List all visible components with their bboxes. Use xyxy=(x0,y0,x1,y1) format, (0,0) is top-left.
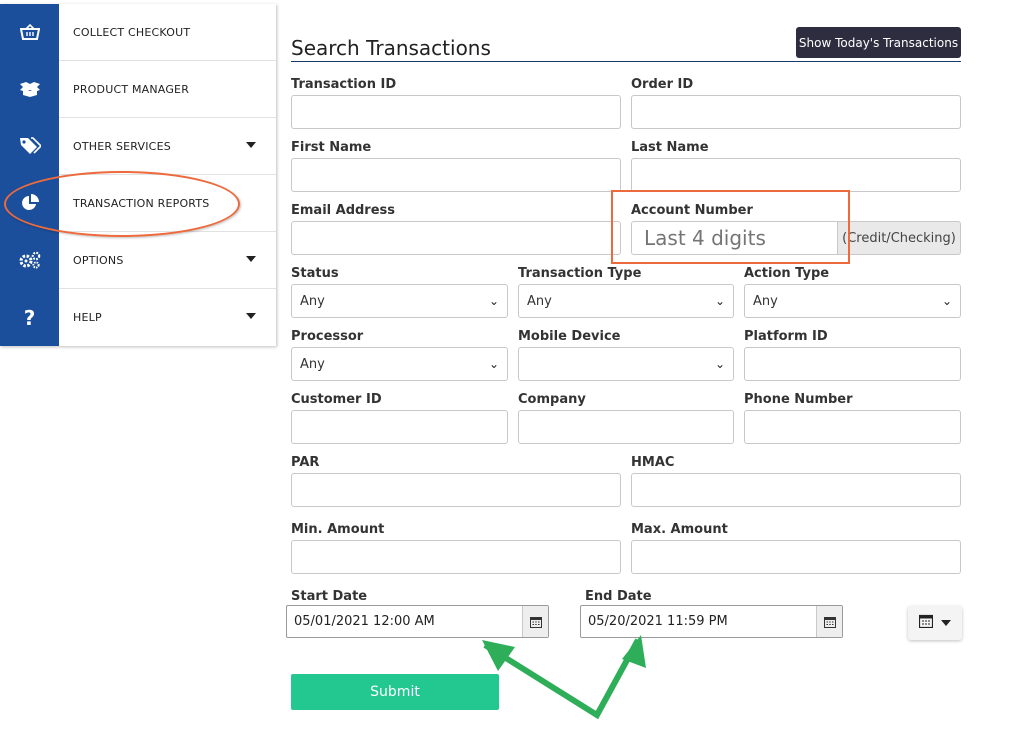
action-type-label: Action Type xyxy=(744,266,830,281)
transaction-id-input[interactable] xyxy=(291,95,621,129)
sidebar-item-product-manager[interactable]: PRODUCT MANAGER xyxy=(0,60,276,118)
chevron-down-icon: ⌄ xyxy=(714,357,725,371)
start-date-value: 05/01/2021 12:00 AM xyxy=(294,614,435,629)
hmac-label: HMAC xyxy=(631,455,675,470)
calendar-icon xyxy=(918,614,934,633)
processor-label: Processor xyxy=(291,329,364,344)
chevron-down-icon: ⌄ xyxy=(488,357,499,371)
processor-select[interactable]: Any ⌄ xyxy=(291,347,508,381)
sidebar-item-label: COLLECT CHECKOUT xyxy=(73,25,191,39)
chevron-down-icon: ⌄ xyxy=(941,294,952,308)
sidebar-item-label: HELP xyxy=(73,311,102,324)
first-name-label: First Name xyxy=(291,140,372,155)
chevron-down-icon[interactable] xyxy=(246,142,256,148)
platform-id-label: Platform ID xyxy=(744,329,828,344)
chevron-down-icon: ⌄ xyxy=(714,294,725,308)
end-date-value: 05/20/2021 11:59 PM xyxy=(588,614,728,629)
highlight-oval xyxy=(4,171,240,237)
company-label: Company xyxy=(518,392,586,407)
customer-id-input[interactable] xyxy=(291,410,508,444)
title-divider xyxy=(291,61,961,62)
start-date-label: Start Date xyxy=(291,589,368,604)
chevron-down-icon: ⌄ xyxy=(488,294,499,308)
status-selected-value: Any xyxy=(300,293,325,309)
calendar-icon[interactable] xyxy=(816,606,842,637)
calendar-icon[interactable] xyxy=(522,606,548,637)
email-input[interactable] xyxy=(291,221,621,255)
action-type-select[interactable]: Any ⌄ xyxy=(744,284,961,318)
chevron-down-icon xyxy=(941,620,951,626)
min-amount-input[interactable] xyxy=(291,540,621,574)
sidebar-item-label: PRODUCT MANAGER xyxy=(73,82,190,96)
gears-icon xyxy=(0,231,59,289)
phone-number-input[interactable] xyxy=(744,410,961,444)
show-todays-transactions-button[interactable]: Show Today's Transactions xyxy=(796,27,961,58)
arrow-head-right xyxy=(622,635,646,668)
chevron-down-icon[interactable] xyxy=(246,313,256,319)
end-date-label: End Date xyxy=(585,589,652,604)
tags-icon xyxy=(0,117,59,175)
submit-button[interactable]: Submit xyxy=(291,674,499,710)
max-amount-input[interactable] xyxy=(631,540,961,574)
start-date-field[interactable]: 05/01/2021 12:00 AM xyxy=(286,605,549,638)
par-label: PAR xyxy=(291,455,320,470)
date-range-dropdown-button[interactable] xyxy=(908,606,962,640)
transaction-id-label: Transaction ID xyxy=(291,77,397,92)
last-name-input[interactable] xyxy=(631,158,961,192)
status-label: Status xyxy=(291,266,339,281)
customer-id-label: Customer ID xyxy=(291,392,382,407)
chevron-down-icon[interactable] xyxy=(246,256,256,262)
processor-selected-value: Any xyxy=(300,356,325,372)
highlight-box xyxy=(611,190,850,264)
end-date-field[interactable]: 05/20/2021 11:59 PM xyxy=(580,605,843,638)
sidebar-item-collect-checkout[interactable]: COLLECT CHECKOUT xyxy=(0,3,276,61)
action-type-selected-value: Any xyxy=(753,293,778,309)
last-name-label: Last Name xyxy=(631,140,709,155)
company-input[interactable] xyxy=(518,410,734,444)
mobile-device-label: Mobile Device xyxy=(518,329,621,344)
mobile-device-select[interactable]: ⌄ xyxy=(518,347,734,381)
account-number-addon: (Credit/Checking) xyxy=(838,221,961,255)
arrow-path xyxy=(483,638,641,720)
sidebar-item-help[interactable]: ? HELP xyxy=(0,289,276,346)
max-amount-label: Max. Amount xyxy=(631,522,728,537)
page-title: Search Transactions xyxy=(291,36,491,60)
order-id-input[interactable] xyxy=(631,95,961,129)
email-label: Email Address xyxy=(291,203,396,218)
basket-icon xyxy=(0,3,59,61)
question-icon: ? xyxy=(0,289,59,346)
par-input[interactable] xyxy=(291,473,621,507)
order-id-label: Order ID xyxy=(631,77,694,92)
sidebar-item-other-services[interactable]: OTHER SERVICES xyxy=(0,117,276,175)
status-select[interactable]: Any ⌄ xyxy=(291,284,508,318)
platform-id-input[interactable] xyxy=(744,347,961,381)
transaction-type-selected-value: Any xyxy=(527,293,552,309)
arrow-head-left xyxy=(482,640,515,671)
transaction-type-select[interactable]: Any ⌄ xyxy=(518,284,734,318)
hmac-input[interactable] xyxy=(631,473,961,507)
sidebar-item-label: OTHER SERVICES xyxy=(73,139,171,153)
first-name-input[interactable] xyxy=(291,158,621,192)
sidebar-item-options[interactable]: OPTIONS xyxy=(0,231,276,289)
phone-number-label: Phone Number xyxy=(744,392,853,407)
min-amount-label: Min. Amount xyxy=(291,522,385,537)
boxes-icon xyxy=(0,60,59,118)
sidebar-item-label: OPTIONS xyxy=(73,253,124,267)
transaction-type-label: Transaction Type xyxy=(518,266,642,281)
